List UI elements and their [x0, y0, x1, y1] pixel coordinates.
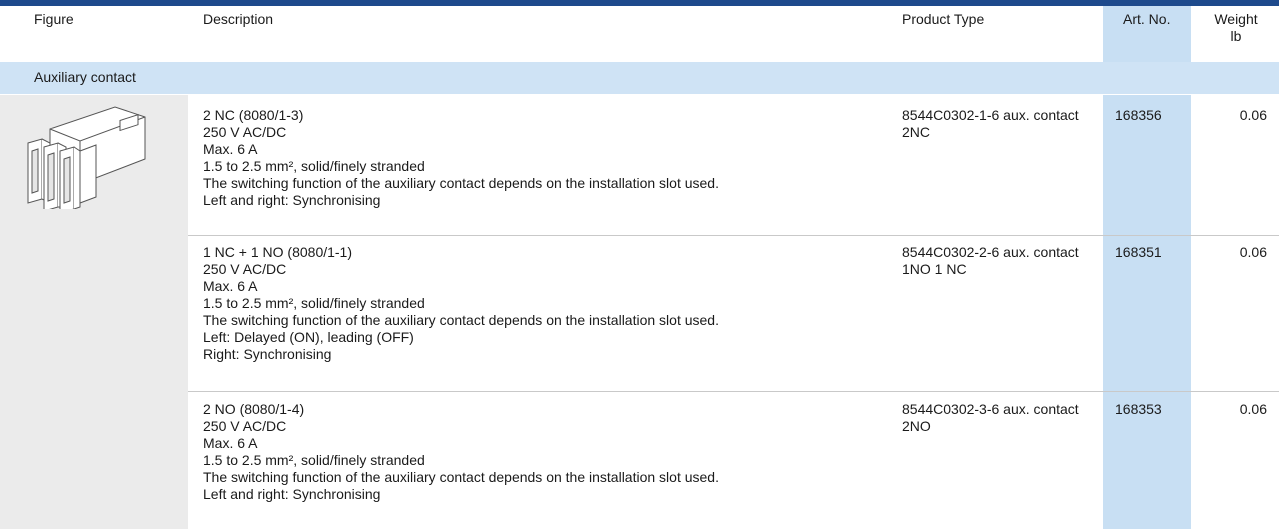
- table-header: Figure Description Product Type Art. No.…: [0, 6, 1279, 62]
- row-description: 1 NC + 1 NO (8080/1-1) 250 V AC/DC Max. …: [203, 244, 903, 363]
- table-row: 2 NC (8080/1-3) 250 V AC/DC Max. 6 A 1.5…: [188, 107, 1279, 235]
- desc-line: Right: Synchronising: [203, 346, 332, 362]
- row-product-type: 8544C0302-1-6 aux. contact 2NC: [902, 107, 1102, 141]
- product-type-line: 2NC: [902, 124, 931, 140]
- desc-line: 1 NC + 1 NO (8080/1-1): [203, 244, 353, 260]
- desc-line: 2 NC (8080/1-3): [203, 107, 304, 123]
- table-row: 2 NO (8080/1-4) 250 V AC/DC Max. 6 A 1.5…: [188, 401, 1279, 529]
- desc-line: 250 V AC/DC: [203, 418, 287, 434]
- row-weight: 0.06: [1239, 107, 1267, 123]
- group-label: Auxiliary contact: [34, 69, 136, 85]
- desc-line: Max. 6 A: [203, 141, 258, 157]
- header-figure: Figure: [34, 11, 74, 27]
- figure-cell: [0, 95, 188, 529]
- product-type-line: 1NO 1 NC: [902, 261, 967, 277]
- desc-line: Max. 6 A: [203, 278, 258, 294]
- row-product-type: 8544C0302-3-6 aux. contact 2NO: [902, 401, 1102, 435]
- desc-line: Left and right: Synchronising: [203, 486, 381, 502]
- row-art-no: 168356: [1115, 107, 1162, 123]
- desc-line: 250 V AC/DC: [203, 261, 287, 277]
- desc-line: The switching function of the auxiliary …: [203, 469, 719, 485]
- group-row: Auxiliary contact: [0, 62, 1279, 94]
- header-art-no: Art. No.: [1123, 11, 1171, 27]
- row-weight: 0.06: [1239, 401, 1267, 417]
- row-art-no: 168351: [1115, 244, 1162, 260]
- row-description: 2 NC (8080/1-3) 250 V AC/DC Max. 6 A 1.5…: [203, 107, 903, 209]
- row-divider: [188, 235, 1279, 236]
- auxiliary-contact-image: [27, 106, 146, 209]
- product-type-line: 8544C0302-2-6 aux. contact: [902, 244, 1079, 260]
- header-weight-label: Weight: [1214, 11, 1258, 27]
- header-description: Description: [203, 11, 274, 27]
- desc-line: The switching function of the auxiliary …: [203, 175, 719, 191]
- row-art-no: 168353: [1115, 401, 1162, 417]
- desc-line: 1.5 to 2.5 mm², solid/finely stranded: [203, 158, 425, 174]
- product-type-line: 8544C0302-1-6 aux. contact: [902, 107, 1079, 123]
- desc-line: Max. 6 A: [203, 435, 258, 451]
- desc-line: Left and right: Synchronising: [203, 192, 381, 208]
- row-description: 2 NO (8080/1-4) 250 V AC/DC Max. 6 A 1.5…: [203, 401, 903, 503]
- desc-line: The switching function of the auxiliary …: [203, 312, 719, 328]
- table-row: 1 NC + 1 NO (8080/1-1) 250 V AC/DC Max. …: [188, 244, 1279, 389]
- header-weight: Weight lb: [1206, 11, 1266, 45]
- product-type-line: 2NO: [902, 418, 931, 434]
- desc-line: Left: Delayed (ON), leading (OFF): [203, 329, 414, 345]
- desc-line: 250 V AC/DC: [203, 124, 287, 140]
- header-weight-unit: lb: [1230, 28, 1242, 44]
- row-weight: 0.06: [1239, 244, 1267, 260]
- desc-line: 2 NO (8080/1-4): [203, 401, 305, 417]
- row-product-type: 8544C0302-2-6 aux. contact 1NO 1 NC: [902, 244, 1102, 278]
- desc-line: 1.5 to 2.5 mm², solid/finely stranded: [203, 295, 425, 311]
- header-product-type: Product Type: [902, 11, 985, 27]
- desc-line: 1.5 to 2.5 mm², solid/finely stranded: [203, 452, 425, 468]
- product-type-line: 8544C0302-3-6 aux. contact: [902, 401, 1079, 417]
- row-divider: [188, 391, 1279, 392]
